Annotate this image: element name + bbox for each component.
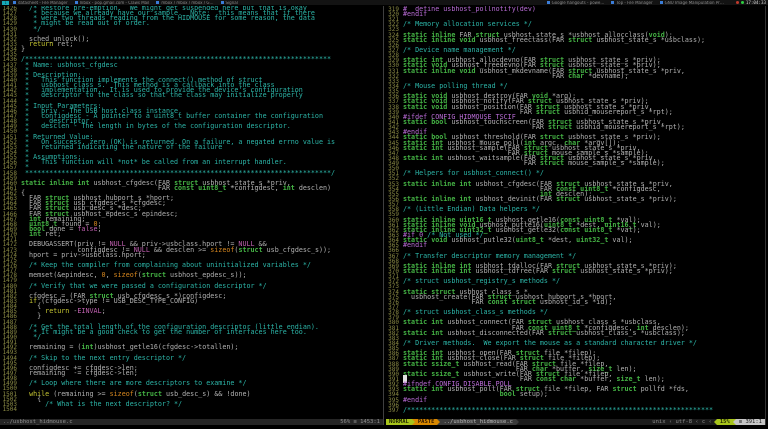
lines-icon: ≡ (353, 419, 357, 425)
statusline-fileinfo: unix ‹ utf-8 ‹ c ‹ (652, 419, 712, 425)
taskbar-window-button[interactable]: Signal (220, 1, 238, 5)
cursor-position: 1453:1 (360, 419, 380, 425)
desktop-screen: 1 datasheet - File Manager Inbox - pop.gm… (0, 0, 768, 429)
taskbar-window-button[interactable]: Top - File Manager (611, 1, 653, 5)
statusline-left-filename: ../usbhost_hidmouse.c (3, 419, 73, 425)
code-line[interactable]: 1458 ***********************************… (0, 169, 383, 176)
window-icon (611, 1, 615, 4)
tray-green-dot-icon (740, 1, 744, 4)
scroll-percent: 56% (340, 419, 351, 425)
tray-red-dot-icon (735, 1, 739, 4)
cursor-position: ≡ 391:1 (735, 419, 765, 425)
taskbar-clock: 17:04:33 (745, 0, 766, 5)
window-icon (156, 1, 160, 4)
vim-paste-indicator: PASTE (414, 419, 438, 425)
code-line[interactable]: 397/************************************… (386, 406, 765, 414)
taskbar-window-button[interactable]: mbox / mbox / mbox / G… (156, 1, 214, 5)
vim-pane-left: 1426 /* Restore pre-emption. We might ge… (0, 6, 383, 425)
vim-mode-indicator: NORMAL (386, 419, 412, 425)
code-area-right[interactable]: 318#else319# define usbhost_pollnotify(d… (386, 6, 765, 419)
scroll-percent: 15% (716, 419, 733, 425)
window-icon (220, 1, 224, 4)
window-icon (546, 1, 550, 4)
taskbar-window-button[interactable]: GNU Image Manipulation Pr… (659, 1, 724, 5)
window-icon (74, 1, 78, 4)
taskbar-window-button[interactable]: Google hangouts - powe… (546, 1, 604, 5)
workspace-indicator[interactable]: 1 (2, 0, 9, 5)
line-number: 1504 (2, 405, 17, 413)
statusline-left-position: 56% ≡ 1453:1 (340, 419, 380, 425)
taskbar-window-list-right: Google hangouts - powe… Top - File Manage… (546, 1, 731, 5)
statusline-right: NORMAL PASTE ../usbhost_hidmouse.c unix … (386, 419, 765, 425)
code-area-left[interactable]: 1426 /* Restore pre-emption. We might ge… (0, 6, 383, 419)
statusline-left: ../usbhost_hidmouse.c 56% ≡ 1453:1 (0, 419, 383, 425)
statusline-right-filename: ../usbhost_hidmouse.c (440, 419, 516, 425)
window-icon (13, 1, 16, 4)
lines-icon: ≡ (738, 419, 743, 425)
taskbar-window-button[interactable]: datasheet - File Manager (13, 1, 68, 5)
taskbar-window-button[interactable]: Inbox - pop.gmail.com - Claws Mail (74, 1, 149, 5)
line-number: 397 (388, 406, 399, 414)
window-icon (659, 1, 663, 4)
taskbar-window-list-left: datasheet - File Manager Inbox - pop.gmai… (13, 1, 547, 5)
code-line[interactable]: 1461 FAR const uint8_t *configdesc, int … (0, 184, 383, 191)
taskbar-tray: 17:04:33 (735, 0, 766, 5)
vim-pane-right: 318#else319# define usbhost_pollnotify(d… (386, 6, 765, 425)
vim-command-line[interactable] (0, 425, 768, 429)
vim-editor: 1426 /* Restore pre-emption. We might ge… (0, 6, 768, 425)
